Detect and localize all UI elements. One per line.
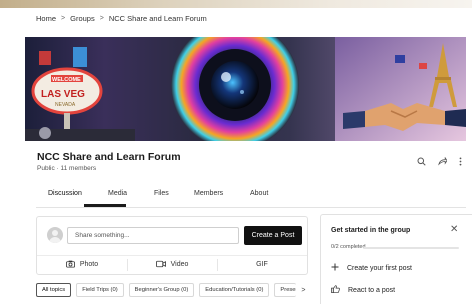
tab-about[interactable]: About [250, 190, 268, 197]
topic-chip-all[interactable]: All topics [36, 283, 72, 297]
chevron-right-icon[interactable]: > [301, 283, 305, 297]
camera-icon [65, 260, 75, 270]
topic-chip-field-trips[interactable]: Field Trips (0) [76, 283, 124, 297]
sign-marquee-text: WELCOME [52, 77, 81, 83]
group-meta: Public · 11 members [37, 165, 97, 172]
task-label: Create your first post [347, 264, 412, 272]
video-button[interactable]: Video [127, 256, 217, 273]
task-react-to-post[interactable]: React to a post [331, 285, 395, 295]
las-vegas-sign-icon: WELCOME LAS VEG NEVADA [25, 47, 135, 141]
gif-button[interactable]: GIF [217, 256, 307, 273]
tab-members[interactable]: Members [194, 190, 223, 197]
tab-discussion[interactable]: Discussion [48, 190, 82, 197]
sign-main-text: LAS VEG [41, 89, 85, 100]
tab-media[interactable]: Media [108, 190, 127, 197]
task-create-first-post[interactable]: Create your first post [331, 263, 412, 273]
post-composer: Create a Post Photo Video GIF [36, 216, 308, 275]
avatar [47, 227, 63, 243]
photo-label: Photo [79, 261, 99, 268]
video-label: Video [170, 261, 189, 268]
get-started-panel: Get started in the group ✕ 0/2 completed… [320, 214, 472, 304]
topic-chip-education[interactable]: Education/Tutorials (0) [199, 283, 270, 297]
group-header-actions [417, 156, 462, 168]
group-cover-image: WELCOME LAS VEG NEVADA [25, 37, 466, 141]
topic-filter-bar: All topics Field Trips (0) Beginner's Gr… [36, 283, 305, 297]
cover-illustration: WELCOME LAS VEG NEVADA [25, 37, 466, 141]
chevron-right-icon: > [61, 15, 66, 22]
sign-sub-text: NEVADA [55, 102, 76, 108]
breadcrumb: Home > Groups > NCC Share and Learn Foru… [36, 14, 207, 23]
create-post-button[interactable]: Create a Post [244, 226, 302, 245]
progress-label: 0/2 completed [331, 244, 366, 250]
share-icon[interactable] [438, 156, 448, 168]
group-title: NCC Share and Learn Forum [37, 151, 181, 163]
gif-label: GIF [256, 261, 268, 268]
task-label: React to a post [348, 286, 396, 294]
group-tabs: Discussion Media Files Members About [36, 184, 466, 208]
thumbs-up-icon [331, 285, 340, 295]
progress-bar [363, 247, 459, 249]
share-something-input[interactable] [67, 227, 239, 244]
topic-chip-beginners[interactable]: Beginner's Group (0) [128, 283, 195, 297]
plus-icon [331, 263, 339, 273]
breadcrumb-groups[interactable]: Groups [70, 14, 95, 23]
get-started-title: Get started in the group [331, 227, 411, 234]
search-icon[interactable] [417, 157, 426, 168]
video-icon [155, 260, 166, 270]
breadcrumb-current: NCC Share and Learn Forum [108, 14, 207, 23]
composer-actions: Photo Video GIF [37, 255, 307, 273]
chevron-right-icon: > [99, 15, 104, 22]
active-tab-indicator [84, 204, 126, 207]
photo-button[interactable]: Photo [37, 256, 127, 273]
tab-files[interactable]: Files [154, 190, 169, 197]
more-options-icon[interactable] [459, 157, 462, 168]
close-icon[interactable]: ✕ [450, 224, 458, 235]
breadcrumb-home[interactable]: Home [36, 14, 56, 23]
top-color-strip [0, 0, 472, 8]
topic-chip-presen[interactable]: Presen [274, 283, 297, 297]
